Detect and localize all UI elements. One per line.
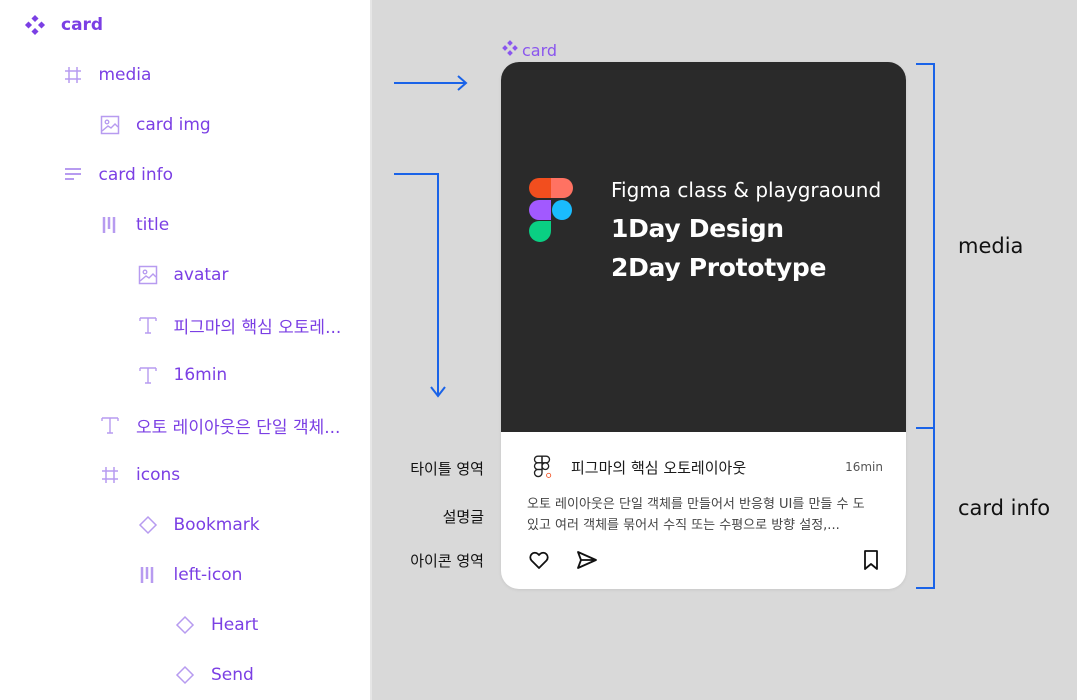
media-heading-1: 1Day Design xyxy=(611,214,784,243)
card-description: 오토 레이아웃은 단일 객체를 만들어서 반응형 UI를 만들 수 도 있고 여… xyxy=(527,497,865,533)
layer-row[interactable]: Send xyxy=(174,650,254,700)
layer-row[interactable]: media xyxy=(62,50,152,100)
vertical-autolayout-icon xyxy=(62,164,84,186)
component-icon xyxy=(502,40,518,60)
layer-label: icons xyxy=(136,465,181,485)
layers-panel: card media card img card info title avatar 피그마… xyxy=(0,0,372,700)
instance-icon xyxy=(174,664,196,686)
annotation-card-info: card info xyxy=(958,496,1051,520)
layer-label: media xyxy=(98,65,152,85)
layer-label: Bookmark xyxy=(173,515,260,535)
layer-label: avatar xyxy=(173,265,229,285)
image-icon xyxy=(99,114,121,136)
layer-row[interactable]: Bookmark xyxy=(137,500,260,550)
layer-label: 16min xyxy=(173,365,228,385)
layer-label: card info xyxy=(98,165,174,185)
frame-icon xyxy=(99,464,121,486)
instance-icon xyxy=(137,514,159,536)
card-title: 피그마의 핵심 오토레이아웃 xyxy=(571,458,747,477)
layer-label: Send xyxy=(211,665,254,685)
send-icon[interactable] xyxy=(575,548,599,572)
layer-row[interactable]: card info xyxy=(62,150,174,200)
layer-label: 피그마의 핵심 오토레... xyxy=(173,317,342,338)
layer-row[interactable]: 오토 레이아웃은 단일 객체... xyxy=(99,400,340,450)
bookmark-icon[interactable] xyxy=(859,548,883,572)
layer-label: title xyxy=(136,215,170,235)
frame-label[interactable]: card xyxy=(502,40,557,60)
card-time: 16min xyxy=(845,460,883,474)
text-icon xyxy=(137,364,159,386)
annotation-icon-area: 아이콘 영역 xyxy=(410,552,484,570)
annotation-description: 설명글 xyxy=(442,508,484,526)
figma-logo-icon xyxy=(529,178,573,242)
annotation-brackets xyxy=(916,63,935,589)
media-arrow xyxy=(394,75,468,91)
layer-label: Heart xyxy=(211,615,259,635)
layer-row[interactable]: icons xyxy=(99,450,180,500)
layer-label: card xyxy=(61,15,104,35)
card-info-arrow xyxy=(394,173,446,398)
canvas: card Figma class & playgraound 1Day Desi… xyxy=(374,0,1077,700)
avatar xyxy=(527,452,557,482)
frame-icon xyxy=(62,64,84,86)
layer-row[interactable]: Heart xyxy=(174,600,258,650)
media-text: Figma class & playgraound 1Day Design 2D… xyxy=(611,178,881,282)
text-icon xyxy=(137,314,159,336)
layer-row[interactable]: 16min xyxy=(137,350,228,400)
layer-row[interactable]: card xyxy=(24,0,103,50)
component-icon xyxy=(24,14,46,36)
card-media: Figma class & playgraound 1Day Design 2D… xyxy=(501,62,906,432)
text-icon xyxy=(99,414,121,436)
media-heading-2: 2Day Prototype xyxy=(611,253,827,282)
card[interactable]: Figma class & playgraound 1Day Design 2D… xyxy=(501,62,906,589)
annotation-media: media xyxy=(958,234,1024,258)
layer-row[interactable]: card img xyxy=(99,100,211,150)
horizontal-autolayout-icon xyxy=(137,564,159,586)
card-info: 피그마의 핵심 오토레이아웃 16min 오토 레이아웃은 단일 객체를 만들어… xyxy=(501,432,906,589)
layer-row[interactable]: title xyxy=(99,200,169,250)
layer-label: card img xyxy=(136,115,211,135)
image-icon xyxy=(137,264,159,286)
annotation-title-area: 타이틀 영역 xyxy=(410,460,484,478)
layer-label: left-icon xyxy=(173,565,243,585)
heart-icon[interactable] xyxy=(527,548,551,572)
horizontal-autolayout-icon xyxy=(99,214,121,236)
title-row: 피그마의 핵심 오토레이아웃 16min xyxy=(527,452,883,482)
media-subtitle: Figma class & playgraound xyxy=(611,178,882,202)
layer-row[interactable]: 피그마의 핵심 오토레... xyxy=(137,300,342,350)
layer-label: 오토 레이아웃은 단일 객체... xyxy=(136,417,341,438)
instance-icon xyxy=(174,614,196,636)
figma-outline-icon xyxy=(533,455,552,478)
layer-row[interactable]: avatar xyxy=(137,250,229,300)
icons-row xyxy=(527,548,881,576)
layer-row[interactable]: left-icon xyxy=(137,550,243,600)
frame-label-text: card xyxy=(522,40,558,60)
